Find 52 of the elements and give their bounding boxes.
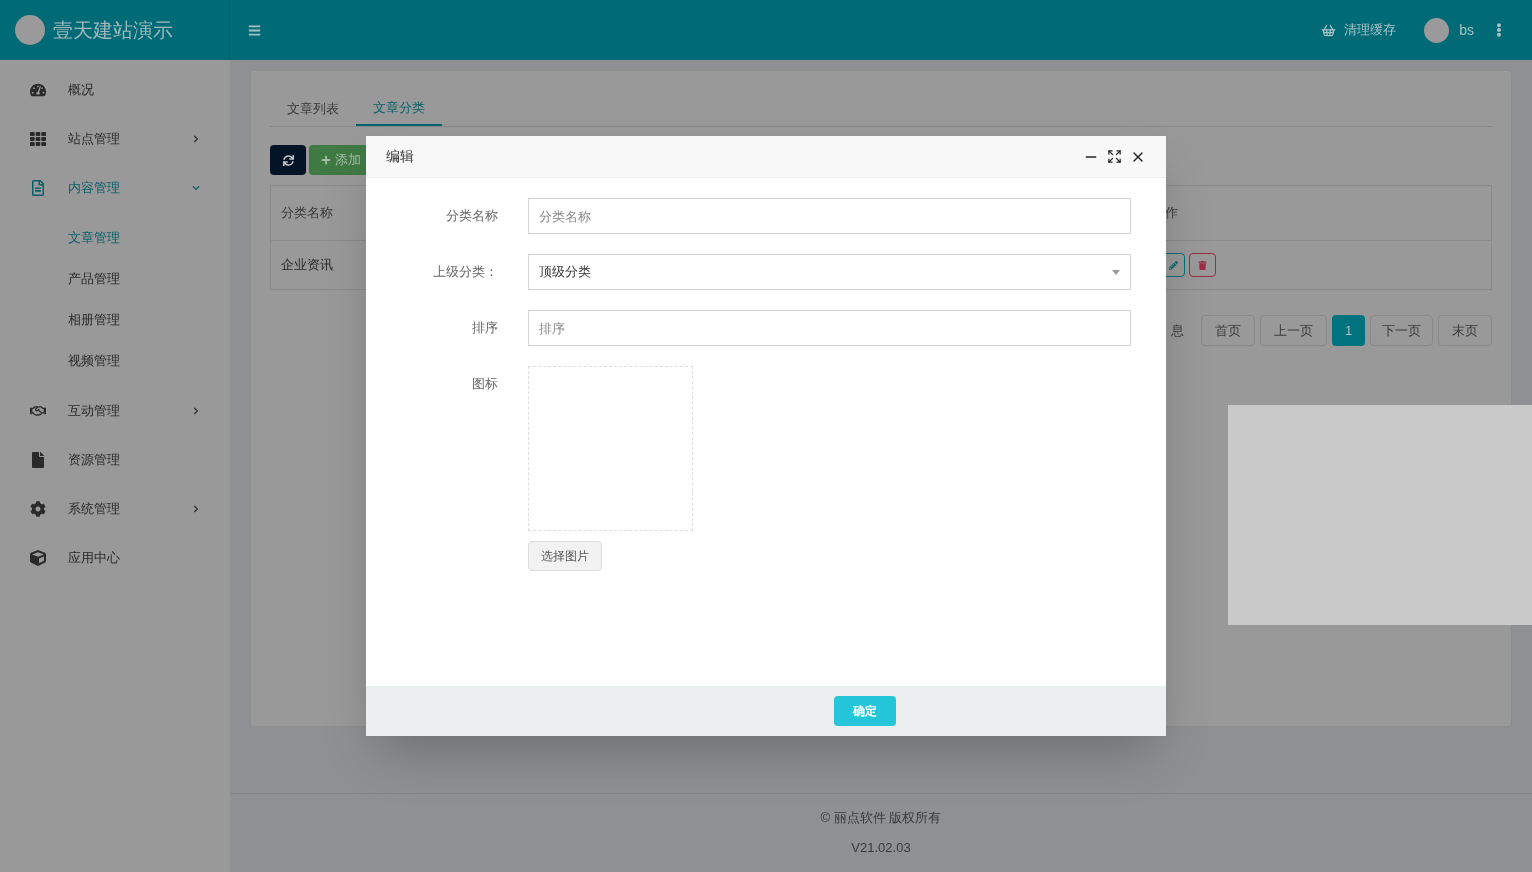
field-label: 排序: [471, 319, 498, 337]
cube-icon: [30, 549, 48, 566]
select-field[interactable]: 顶级分类: [528, 254, 1131, 290]
submenu-item[interactable]: 文章管理: [0, 217, 230, 258]
basket-icon: [1321, 22, 1337, 38]
copyright-text: © 丽点软件 版权所有: [820, 809, 942, 827]
version-text: V21.02.03: [851, 838, 911, 857]
last-page-button[interactable]: 末页: [1438, 315, 1492, 346]
tab[interactable]: 文章分类: [356, 91, 442, 126]
user-name[interactable]: bs: [1459, 19, 1474, 41]
plus-icon: [321, 155, 331, 165]
trash-icon: [1198, 260, 1207, 270]
chevron-right-icon: [192, 134, 200, 143]
settings-icon: [30, 500, 48, 517]
menu-icon[interactable]: [248, 23, 261, 37]
submenu-item[interactable]: 相册管理: [0, 299, 230, 340]
refresh-button[interactable]: [270, 145, 306, 175]
chevron-down-icon: [192, 183, 200, 192]
sidebar-item[interactable]: 内容管理: [0, 168, 230, 207]
brand-title: 壹天建站演示: [53, 18, 173, 43]
choose-image-button[interactable]: 选择图片: [528, 541, 602, 571]
submenu-item[interactable]: 视频管理: [0, 340, 230, 381]
logo-avatar: [15, 15, 45, 45]
clear-cache-button[interactable]: 清理缓存: [1321, 20, 1397, 40]
refresh-icon: [282, 154, 294, 166]
sidebar-item[interactable]: 资源管理: [0, 440, 230, 479]
field-label: 上级分类：: [432, 263, 498, 281]
column-header: 分类名称: [281, 205, 333, 221]
tab[interactable]: 文章列表: [270, 91, 356, 126]
sidebar-item[interactable]: 系统管理: [0, 489, 230, 528]
page-button[interactable]: 1: [1332, 315, 1365, 346]
table-cell: 企业资讯: [281, 257, 333, 273]
sidebar-item[interactable]: 概况: [0, 70, 230, 109]
maximize-icon[interactable]: [1107, 149, 1122, 164]
field-label: 图标: [471, 375, 498, 393]
sidebar-item[interactable]: 互动管理: [0, 391, 230, 430]
dropdown-caret-icon: [1112, 269, 1120, 275]
column-header: 作: [1165, 204, 1179, 223]
text-field[interactable]: 分类名称: [528, 198, 1131, 234]
submenu-item[interactable]: 产品管理: [0, 258, 230, 299]
chevron-right-icon: [192, 504, 200, 513]
sidebar-item[interactable]: 站点管理: [0, 119, 230, 158]
page-info: 息: [1171, 321, 1184, 340]
chevron-right-icon: [192, 406, 200, 415]
gauge-icon: [30, 81, 48, 98]
dialog-title: 编辑: [386, 147, 415, 166]
text-field[interactable]: 排序: [528, 310, 1131, 346]
pencil-icon: [1168, 260, 1178, 270]
field-label: 分类名称: [445, 207, 498, 225]
sidebar-item[interactable]: 应用中心: [0, 538, 230, 577]
first-page-button[interactable]: 首页: [1201, 315, 1255, 346]
grid-icon: [30, 130, 48, 147]
